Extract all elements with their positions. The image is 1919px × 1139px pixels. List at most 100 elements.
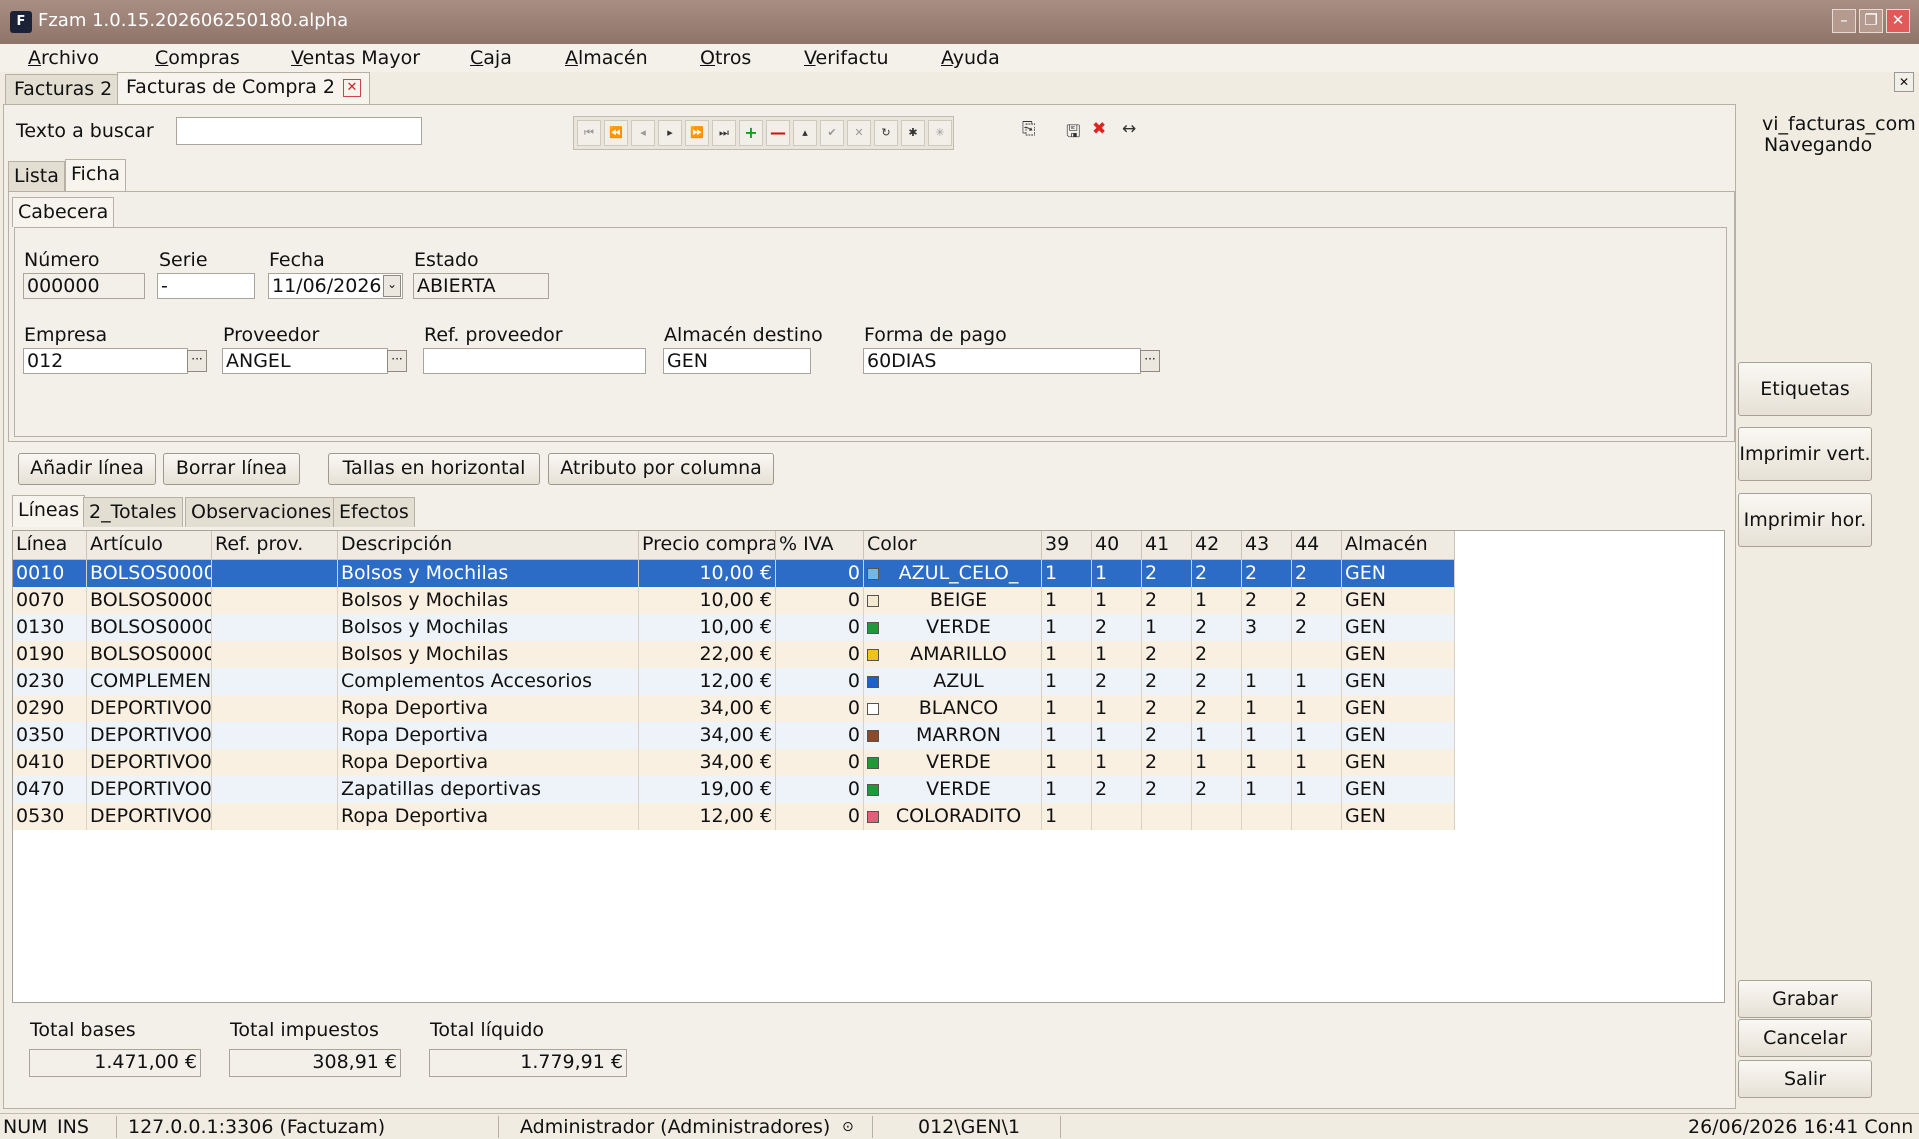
- cell-t44[interactable]: [1292, 803, 1342, 830]
- delete-layout-icon[interactable]: ✖: [1092, 119, 1106, 139]
- cell-color[interactable]: BEIGE: [864, 587, 1042, 614]
- resize-columns-icon[interactable]: ↔: [1122, 119, 1136, 139]
- cell-articulo[interactable]: DEPORTIVO0: [87, 695, 212, 722]
- table-row[interactable]: 0130 BOLSOS0000 Bolsos y Mochilas 10,00 €0 V…: [13, 614, 1455, 641]
- cell-articulo[interactable]: BOLSOS0000: [87, 560, 212, 587]
- refresh-icon[interactable]: ↻: [874, 120, 898, 146]
- close-window-icon[interactable]: ✕: [1886, 9, 1910, 33]
- edit-record-icon[interactable]: ▴: [793, 120, 817, 146]
- table-row[interactable]: 0350 DEPORTIVO0 Ropa Deportiva 34,00 €0 MARR…: [13, 722, 1455, 749]
- cell-color[interactable]: MARRON: [864, 722, 1042, 749]
- cell-ref[interactable]: [212, 560, 338, 587]
- cell-color[interactable]: VERDE: [864, 776, 1042, 803]
- cell-precio[interactable]: 34,00 €: [639, 722, 776, 749]
- horizontal-sizes-button[interactable]: Tallas en horizontal: [328, 453, 540, 485]
- attribute-column-button[interactable]: Atributo por columna: [548, 453, 774, 485]
- tab-totales[interactable]: 2_Totales: [83, 497, 183, 527]
- proveedor-lookup-icon[interactable]: ···: [387, 350, 407, 372]
- cell-ref[interactable]: [212, 614, 338, 641]
- cell-ref[interactable]: [212, 776, 338, 803]
- cell-t41[interactable]: 2: [1142, 722, 1192, 749]
- cell-iva[interactable]: 0: [776, 560, 864, 587]
- cell-t40[interactable]: 1: [1092, 587, 1142, 614]
- cell-ref[interactable]: [212, 749, 338, 776]
- save-button[interactable]: Grabar: [1738, 980, 1872, 1018]
- cell-alm[interactable]: GEN: [1342, 749, 1455, 776]
- cell-iva[interactable]: 0: [776, 776, 864, 803]
- exit-button[interactable]: Salir: [1738, 1060, 1872, 1098]
- cell-t43[interactable]: 3: [1242, 614, 1292, 641]
- cancel-edit-icon[interactable]: ✕: [847, 120, 871, 146]
- menu-otros[interactable]: Otros: [700, 47, 751, 69]
- col-43[interactable]: 43: [1242, 531, 1292, 560]
- cell-t42[interactable]: 2: [1192, 776, 1242, 803]
- tab-ficha[interactable]: Ficha: [65, 159, 126, 191]
- menu-verifactu[interactable]: Verifactu: [804, 47, 889, 69]
- cell-articulo[interactable]: DEPORTIVO0: [87, 722, 212, 749]
- cell-alm[interactable]: GEN: [1342, 803, 1455, 830]
- col-41[interactable]: 41: [1142, 531, 1192, 560]
- cell-ref[interactable]: [212, 641, 338, 668]
- almacen-destino-field[interactable]: GEN: [663, 348, 811, 374]
- cell-articulo[interactable]: DEPORTIVO0: [87, 803, 212, 830]
- serie-field[interactable]: -: [157, 273, 255, 299]
- cell-iva[interactable]: 0: [776, 695, 864, 722]
- table-row[interactable]: 0470 DEPORTIVO0 Zapatillas deportivas 19,00…: [13, 776, 1455, 803]
- tab-lista[interactable]: Lista: [8, 161, 65, 191]
- cell-precio[interactable]: 34,00 €: [639, 695, 776, 722]
- cell-precio[interactable]: 10,00 €: [639, 560, 776, 587]
- col-linea[interactable]: Línea: [13, 531, 87, 560]
- proveedor-field[interactable]: ANGEL: [222, 348, 388, 374]
- cell-t44[interactable]: 1: [1292, 776, 1342, 803]
- cell-t41[interactable]: 2: [1142, 641, 1192, 668]
- cell-t42[interactable]: 2: [1192, 695, 1242, 722]
- cell-desc[interactable]: Ropa Deportiva: [338, 749, 639, 776]
- cell-iva[interactable]: 0: [776, 749, 864, 776]
- close-all-tabs-icon[interactable]: ✕: [1894, 72, 1914, 92]
- first-record-icon[interactable]: ⏮: [577, 120, 601, 146]
- cell-color[interactable]: AZUL_CELO_: [864, 560, 1042, 587]
- cell-ref[interactable]: [212, 722, 338, 749]
- cell-t40[interactable]: 1: [1092, 749, 1142, 776]
- col-iva[interactable]: % IVA: [776, 531, 864, 560]
- prev-page-icon[interactable]: ⏪: [604, 120, 628, 146]
- empresa-field[interactable]: 012: [23, 348, 188, 374]
- cell-desc[interactable]: Ropa Deportiva: [338, 803, 639, 830]
- cell-ref[interactable]: [212, 587, 338, 614]
- cell-desc[interactable]: Bolsos y Mochilas: [338, 560, 639, 587]
- cell-alm[interactable]: GEN: [1342, 614, 1455, 641]
- cell-t43[interactable]: 1: [1242, 695, 1292, 722]
- menu-archivo[interactable]: Archivo: [28, 47, 99, 69]
- cell-t40[interactable]: 1: [1092, 641, 1142, 668]
- cell-linea[interactable]: 0350: [13, 722, 87, 749]
- col-descripcion[interactable]: Descripción: [338, 531, 639, 560]
- menu-almacen[interactable]: Almacén: [565, 47, 648, 69]
- table-row[interactable]: 0230 COMPLEMEN Complementos Accesorios 12,0…: [13, 668, 1455, 695]
- col-almacen[interactable]: Almacén: [1342, 531, 1455, 560]
- cell-iva[interactable]: 0: [776, 668, 864, 695]
- col-39[interactable]: 39: [1042, 531, 1092, 560]
- cell-t43[interactable]: [1242, 641, 1292, 668]
- delete-record-icon[interactable]: —: [766, 120, 790, 146]
- cell-t43[interactable]: 1: [1242, 668, 1292, 695]
- post-record-icon[interactable]: ✔: [820, 120, 844, 146]
- cell-t44[interactable]: 2: [1292, 614, 1342, 641]
- cell-alm[interactable]: GEN: [1342, 695, 1455, 722]
- cell-articulo[interactable]: COMPLEMEN: [87, 668, 212, 695]
- tab-cabecera[interactable]: Cabecera: [12, 197, 115, 227]
- cell-desc[interactable]: Bolsos y Mochilas: [338, 587, 639, 614]
- cell-linea[interactable]: 0290: [13, 695, 87, 722]
- cell-t39[interactable]: 1: [1042, 749, 1092, 776]
- tab-observaciones[interactable]: Observaciones: [185, 497, 338, 527]
- cell-precio[interactable]: 19,00 €: [639, 776, 776, 803]
- forma-pago-field[interactable]: 60DIAS: [863, 348, 1141, 374]
- cell-t44[interactable]: 2: [1292, 587, 1342, 614]
- cell-t41[interactable]: 2: [1142, 560, 1192, 587]
- cell-t41[interactable]: 2: [1142, 668, 1192, 695]
- menu-compras[interactable]: Compras: [155, 47, 240, 69]
- cell-t42[interactable]: 1: [1192, 587, 1242, 614]
- cell-t42[interactable]: 2: [1192, 641, 1242, 668]
- cell-t44[interactable]: 1: [1292, 722, 1342, 749]
- cell-color[interactable]: VERDE: [864, 749, 1042, 776]
- col-40[interactable]: 40: [1092, 531, 1142, 560]
